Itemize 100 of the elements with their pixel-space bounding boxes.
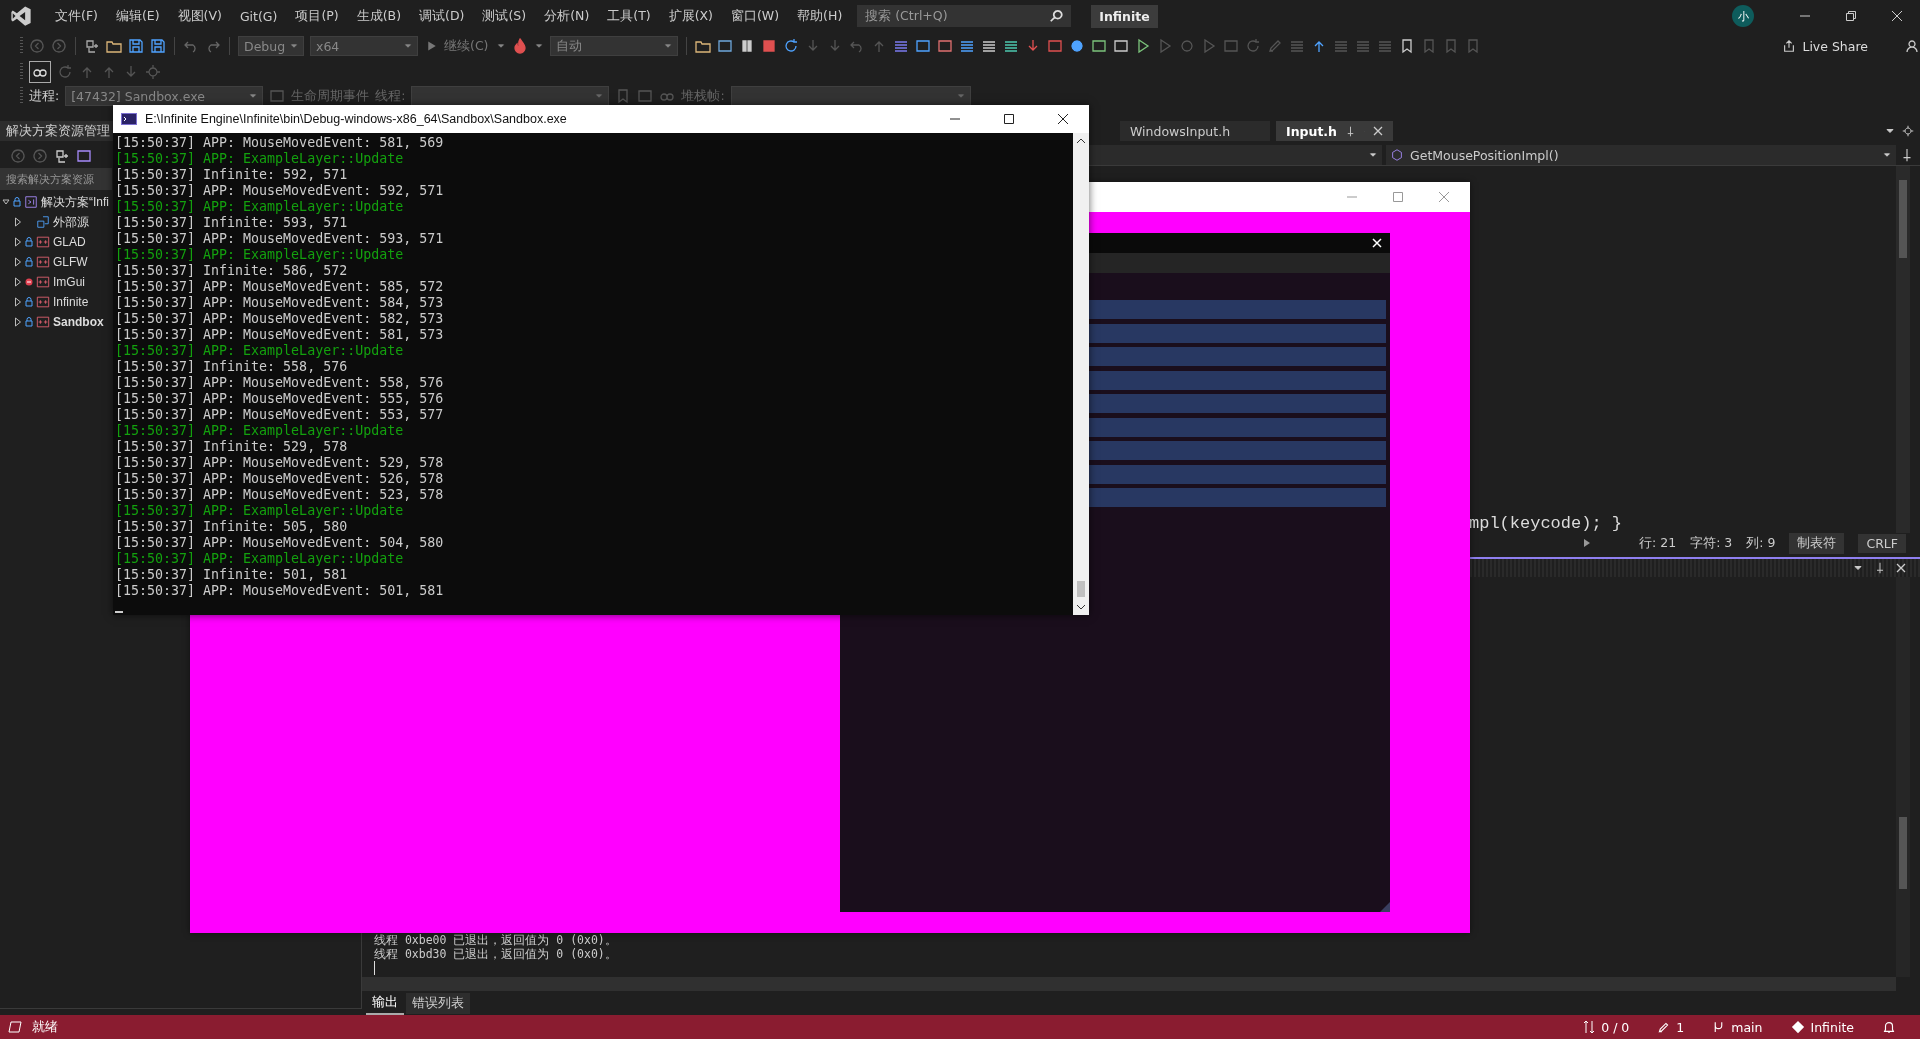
- target-dropdown[interactable]: 自动: [550, 36, 679, 56]
- edits-indicator[interactable]: 1: [1657, 1019, 1685, 1035]
- notification-icon[interactable]: [1882, 1020, 1896, 1034]
- new-item-icon[interactable]: [84, 38, 100, 54]
- refresh-icon[interactable]: [57, 64, 73, 80]
- menu-item[interactable]: 测试(S): [473, 7, 536, 25]
- collapsed-arrow-icon[interactable]: [14, 317, 22, 327]
- stack-frame-dropdown[interactable]: [730, 86, 971, 106]
- list-icon[interactable]: [959, 38, 976, 54]
- search-field[interactable]: 搜索 (Ctrl+Q): [857, 5, 1072, 27]
- menu-item[interactable]: 文件(F): [46, 7, 107, 25]
- menu-item[interactable]: 窗口(W): [722, 7, 789, 25]
- pin-icon[interactable]: [1874, 562, 1886, 574]
- feedback-icon[interactable]: [1904, 38, 1920, 54]
- changes-indicator[interactable]: 0 / 0: [1583, 1019, 1630, 1035]
- live-share-button[interactable]: Live Share: [1776, 37, 1874, 55]
- collapsed-arrow-icon[interactable]: [14, 297, 22, 307]
- scrollbar[interactable]: [1073, 133, 1089, 615]
- document-tab[interactable]: WindowsInput.h: [1120, 121, 1270, 141]
- menu-item[interactable]: 分析(N): [535, 7, 599, 25]
- folder-search-icon[interactable]: [695, 38, 712, 54]
- scrollbar[interactable]: [1896, 166, 1910, 533]
- collapsed-arrow-icon[interactable]: [14, 257, 22, 267]
- menu-item[interactable]: 项目(P): [286, 7, 348, 25]
- restart-icon[interactable]: [783, 38, 800, 54]
- platform-dropdown[interactable]: x64: [310, 36, 418, 56]
- scrollbar-thumb[interactable]: [1077, 581, 1085, 597]
- branch-indicator[interactable]: main: [1712, 1019, 1763, 1035]
- tree-item[interactable]: 解决方案“Infi: [41, 193, 109, 211]
- cpp-project-icon: [36, 295, 50, 309]
- restore-icon[interactable]: [1845, 10, 1857, 22]
- scroll-up-icon[interactable]: [1076, 137, 1086, 145]
- resize-grip-icon[interactable]: [1380, 902, 1390, 912]
- maximize-icon[interactable]: [1003, 113, 1015, 125]
- menu-item[interactable]: 调试(D): [410, 7, 474, 25]
- menu-item[interactable]: 帮助(H): [788, 7, 852, 25]
- status-item[interactable]: 列: 9: [1746, 534, 1776, 552]
- continue-button[interactable]: 继续(C): [424, 37, 491, 55]
- status-item[interactable]: CRLF: [1858, 533, 1906, 553]
- save-all-icon[interactable]: [150, 38, 166, 54]
- menu-item[interactable]: 扩展(X): [659, 7, 722, 25]
- caret-icon[interactable]: [496, 41, 507, 51]
- status-item[interactable]: 行: 21: [1639, 534, 1677, 552]
- collapsed-arrow-icon[interactable]: [14, 277, 22, 287]
- menu-item[interactable]: 编辑(E): [106, 7, 169, 25]
- back-icon[interactable]: [10, 148, 26, 164]
- scroll-down-icon[interactable]: [1076, 603, 1086, 611]
- menu-item[interactable]: 视图(V): [168, 7, 231, 25]
- console-line: [15:50:37] Infinite: 558, 576: [115, 359, 349, 375]
- menu-item[interactable]: 工具(T): [598, 7, 660, 25]
- member-dropdown[interactable]: GetMousePositionImpl(): [1386, 145, 1896, 165]
- caret-icon[interactable]: [534, 41, 545, 51]
- refresh-icon[interactable]: [1245, 38, 1262, 54]
- stop-icon[interactable]: [761, 38, 778, 54]
- back-icon[interactable]: [29, 38, 45, 54]
- caret-icon[interactable]: [1882, 150, 1892, 160]
- output-window-icon[interactable]: [8, 1021, 22, 1033]
- caret-icon[interactable]: [403, 41, 413, 51]
- hot-reload-icon[interactable]: [512, 38, 529, 54]
- caret-icon[interactable]: [289, 41, 299, 51]
- document-tab[interactable]: Input.h: [1276, 121, 1394, 141]
- forward-icon[interactable]: [51, 38, 67, 54]
- process-dropdown[interactable]: [47432] Sandbox.exe: [65, 86, 264, 106]
- save-icon[interactable]: [128, 38, 144, 54]
- search-field[interactable]: 搜索解决方案资源: [0, 168, 112, 190]
- gear-icon[interactable]: [145, 64, 161, 80]
- status-item[interactable]: 字符: 3: [1690, 534, 1733, 552]
- thread-dropdown[interactable]: [411, 86, 610, 106]
- caret-icon[interactable]: [663, 41, 674, 51]
- collapsed-arrow-icon[interactable]: [14, 217, 22, 227]
- menu-item[interactable]: Git(G): [230, 8, 287, 24]
- align-icon[interactable]: [981, 38, 998, 54]
- console-line: [15:50:37] APP: MouseMovedEvent: 592, 571: [115, 183, 445, 199]
- panel-tab[interactable]: 错误列表: [406, 992, 470, 1014]
- caret-icon[interactable]: [248, 91, 259, 101]
- configuration-dropdown[interactable]: Debug: [238, 36, 304, 56]
- expanded-arrow-icon[interactable]: [2, 197, 10, 207]
- tree-item[interactable]: 外部源: [53, 213, 89, 231]
- stack-icon[interactable]: [1003, 38, 1020, 54]
- solution-name: Infinite: [1091, 4, 1158, 28]
- forward-icon[interactable]: [32, 148, 48, 164]
- console-line: [15:50:37] APP: ExampleLayer::Update: [115, 151, 405, 167]
- open-folder-icon[interactable]: [106, 38, 122, 54]
- tree-item[interactable]: ImGui: [53, 275, 85, 289]
- menu-item[interactable]: 生成(B): [347, 7, 411, 25]
- close-icon[interactable]: [1057, 113, 1069, 125]
- repository-indicator[interactable]: Infinite: [1790, 1019, 1854, 1035]
- window-icon[interactable]: [717, 38, 734, 54]
- scroll-right-icon[interactable]: [1583, 538, 1592, 548]
- account-avatar[interactable]: 小: [1732, 5, 1754, 27]
- tree-item[interactable]: GLFW: [53, 255, 88, 269]
- tree-item[interactable]: Sandbox: [53, 315, 104, 329]
- tree-item[interactable]: Infinite: [53, 295, 89, 309]
- collapsed-arrow-icon[interactable]: [14, 237, 22, 247]
- settings-icon[interactable]: [1902, 125, 1914, 137]
- scrollbar[interactable]: [362, 977, 1896, 991]
- status-item[interactable]: 制表符: [1789, 532, 1845, 554]
- caret-icon[interactable]: [1368, 150, 1378, 160]
- tree-item[interactable]: GLAD: [53, 235, 86, 249]
- scrollbar[interactable]: [1896, 577, 1910, 977]
